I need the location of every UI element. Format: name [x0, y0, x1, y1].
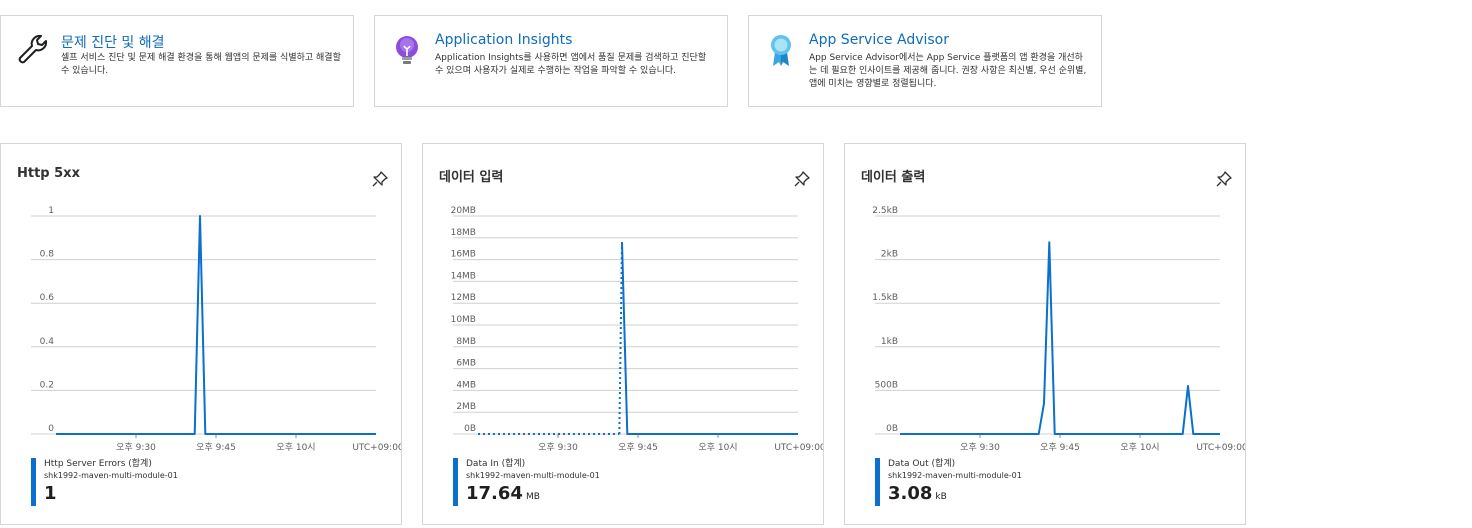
card-description: App Service Advisor에서는 App Service 플랫폼의 … [809, 53, 1087, 89]
y-tick-label: 0B [464, 424, 476, 434]
card-troubleshoot[interactable]: 문제 진단 및 해결 셀프 서비스 진단 및 문제 해결 환경을 통해 웹앱의 … [0, 15, 354, 107]
y-tick-label: 16MB [451, 250, 476, 260]
legend-series-name: Http Server Errors (합계) [44, 459, 152, 469]
legend-resource: shk1992-maven-multi-module-01 [888, 471, 1022, 480]
x-tick-label: 오후 10시 [698, 442, 737, 453]
y-tick-label: 0.6 [40, 293, 55, 303]
series-line [56, 215, 376, 435]
tile-data-in[interactable]: 데이터 입력 0B 2MB 4MB 6MB 8MB 10MB 12MB 14MB 16MB 18M… [422, 143, 824, 525]
x-tick-label: 오후 9:45 [618, 442, 658, 453]
ribbon-icon [771, 35, 791, 66]
x-tick-label: 오후 9:30 [116, 442, 156, 453]
timezone-label: UTC+09:00 [352, 443, 401, 453]
card-title[interactable]: 문제 진단 및 해결 [61, 32, 165, 52]
y-tick-label: 1.5kB [872, 293, 898, 303]
tile-http-5xx[interactable]: Http 5xx 0 0.2 0.4 0.6 0.8 1 오후 9:30 오후 9:45 오후 … [0, 143, 402, 525]
x-tick-label: 오후 9:30 [960, 442, 1000, 453]
chart-legend[interactable]: Data In (합계) shk1992-maven-multi-module-… [453, 458, 600, 506]
y-tick-label: 20MB [451, 206, 476, 216]
legend-series-name: Data In (합계) [466, 459, 526, 469]
chart-legend[interactable]: Data Out (합계) shk1992-maven-multi-module… [875, 458, 1022, 506]
card-title[interactable]: Application Insights [435, 32, 572, 48]
legend-resource: shk1992-maven-multi-module-01 [466, 471, 600, 480]
card-description: Application Insights를 사용하면 앱에서 품질 문제를 검색… [435, 53, 707, 76]
y-tick-label: 6MB [456, 359, 476, 369]
tile-data-out[interactable]: 데이터 출력 0B 500B 1kB 1.5kB 2kB 2.5kB 오후 9:30 오후 9… [844, 143, 1246, 525]
timezone-label: UTC+09:00 [774, 443, 823, 453]
y-tick-label: 0.2 [40, 380, 54, 390]
y-tick-label: 2kB [881, 250, 898, 260]
series-line [621, 242, 798, 435]
y-tick-label: 8MB [456, 337, 476, 347]
y-tick-label: 2MB [456, 402, 476, 412]
y-tick-label: 0 [48, 424, 54, 434]
legend-series-name: Data Out (합계) [888, 459, 956, 469]
y-tick-label: 1kB [881, 337, 898, 347]
legend-value: 17.64 MB [466, 483, 540, 504]
y-tick-label: 500B [875, 380, 898, 390]
y-tick-label: 1 [48, 206, 54, 216]
timezone-label: UTC+09:00 [1196, 443, 1245, 453]
wrench-icon [18, 34, 48, 64]
y-tick-label: 2.5kB [872, 206, 898, 216]
y-tick-label: 0.4 [40, 337, 55, 347]
card-title[interactable]: App Service Advisor [809, 32, 949, 48]
x-tick-label: 오후 10시 [276, 442, 315, 453]
y-tick-label: 0.8 [40, 250, 55, 260]
y-tick-label: 12MB [451, 293, 476, 303]
chart-legend[interactable]: Http Server Errors (합계) shk1992-maven-mu… [31, 458, 178, 506]
y-tick-label: 0B [886, 424, 898, 434]
legend-value: 1 [44, 483, 57, 504]
card-app-service-advisor[interactable]: App Service Advisor App Service Advisor에… [748, 15, 1102, 107]
series-line [900, 241, 1220, 435]
y-tick-label: 14MB [451, 271, 476, 281]
card-description: 셀프 서비스 진단 및 문제 해결 환경을 통해 웹앱의 문제를 식별하고 해결… [61, 53, 341, 76]
y-tick-label: 10MB [451, 315, 476, 325]
legend-value: 3.08 kB [888, 483, 947, 504]
legend-resource: shk1992-maven-multi-module-01 [44, 471, 178, 480]
x-tick-label: 오후 9:30 [538, 442, 578, 453]
x-tick-label: 오후 10시 [1120, 442, 1159, 453]
series-line-dashed [618, 242, 623, 435]
lightbulb-icon [396, 36, 418, 64]
x-tick-label: 오후 9:45 [196, 442, 236, 453]
card-application-insights[interactable]: Application Insights Application Insight… [374, 15, 728, 107]
x-tick-label: 오후 9:45 [1040, 442, 1080, 453]
y-tick-label: 18MB [451, 228, 476, 238]
y-tick-label: 4MB [456, 380, 476, 390]
